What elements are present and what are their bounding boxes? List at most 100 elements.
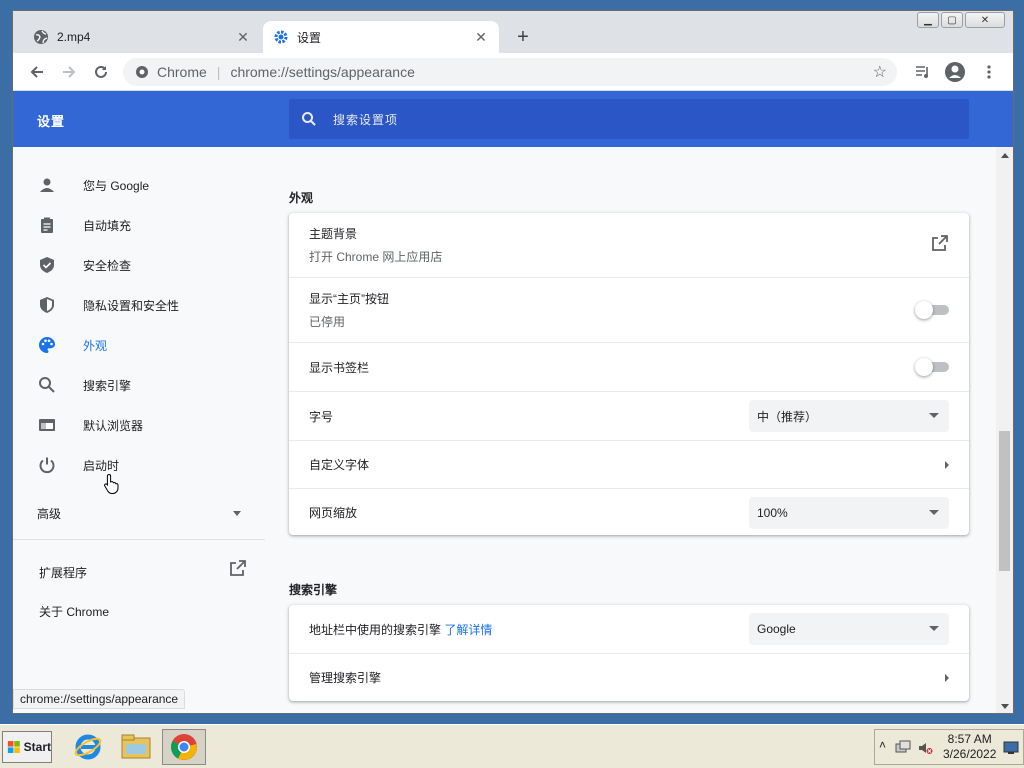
- window-controls: ▁ ▢ ✕: [917, 12, 1005, 28]
- sidebar-divider: [13, 539, 265, 540]
- scroll-thumb[interactable]: [999, 431, 1010, 571]
- open-in-new-icon[interactable]: [229, 559, 249, 579]
- address-bar[interactable]: Chrome | chrome://settings/appearance ☆: [123, 58, 897, 86]
- menu-button[interactable]: [977, 60, 1001, 84]
- open-in-new-icon[interactable]: [931, 234, 949, 255]
- sidebar-item-label: 您与 Google: [83, 178, 150, 193]
- search-settings-input[interactable]: 搜索设置项: [289, 99, 969, 139]
- minimize-button[interactable]: ▁: [917, 12, 939, 28]
- sidebar-item-default-browser[interactable]: 默认浏览器: [13, 405, 267, 445]
- chevron-down-icon: [233, 511, 241, 516]
- show-desktop-icon[interactable]: [1003, 740, 1019, 756]
- page-scrollbar[interactable]: [996, 147, 1013, 713]
- sidebar-item-label: 隐私设置和安全性: [83, 298, 180, 313]
- customize-fonts-row[interactable]: 自定义字体: [289, 440, 969, 488]
- home-button-toggle[interactable]: [915, 301, 949, 319]
- close-tab-icon[interactable]: ✕: [235, 29, 251, 45]
- maximize-button[interactable]: ▢: [941, 12, 963, 28]
- sidebar-item-search-engine[interactable]: 搜索引擎: [13, 365, 267, 405]
- clock-date: 3/26/2022: [943, 747, 997, 761]
- sidebar-item-label: 外观: [83, 338, 108, 353]
- back-arrow-icon: [30, 66, 43, 78]
- taskbar-file-explorer[interactable]: [114, 729, 158, 765]
- appearance-section-title: 外观: [289, 191, 314, 205]
- search-engine-card: 地址栏中使用的搜索引擎 了解详情 Google 管理搜索引擎: [289, 605, 969, 701]
- font-size-value: 中（推荐）: [757, 409, 818, 424]
- media-controls-button[interactable]: [911, 60, 935, 84]
- page-zoom-select[interactable]: 100%: [749, 497, 949, 529]
- clipboard-icon: [37, 215, 57, 235]
- new-tab-button[interactable]: +: [511, 25, 535, 49]
- forward-button[interactable]: [57, 60, 81, 84]
- forward-arrow-icon: [63, 66, 76, 78]
- scroll-up-arrow-icon[interactable]: [1001, 153, 1009, 158]
- close-tab-icon[interactable]: ✕: [473, 29, 489, 45]
- globe-icon: [34, 30, 48, 44]
- sidebar-item-on-startup[interactable]: 启动时: [13, 445, 267, 485]
- start-button[interactable]: Start: [2, 731, 52, 763]
- bookmarks-bar-toggle[interactable]: [915, 358, 949, 376]
- sidebar-advanced-toggle[interactable]: 高级: [13, 493, 267, 533]
- customize-fonts-label: 自定义字体: [309, 458, 370, 472]
- dropdown-caret-icon: [929, 510, 939, 515]
- taskbar-internet-explorer[interactable]: [66, 729, 110, 765]
- folder-icon: [121, 734, 151, 759]
- manage-search-engines-label: 管理搜索引擎: [309, 671, 382, 685]
- show-hidden-icons-icon[interactable]: ˄: [879, 738, 886, 752]
- appearance-card: 主题背景 打开 Chrome 网上应用店 显示“主页”按钮 已停用 显示书签栏: [289, 213, 969, 535]
- browser-window: 2.mp4 ✕ 设置 ✕ + ▁ ▢ ✕ Chrome | chrome://s: [12, 10, 1014, 714]
- manage-search-engines-row[interactable]: 管理搜索引擎: [289, 653, 969, 701]
- font-size-select[interactable]: 中（推荐）: [749, 400, 949, 432]
- profile-button[interactable]: [943, 60, 967, 84]
- bookmark-star-icon[interactable]: ☆: [873, 62, 887, 82]
- theme-row[interactable]: 主题背景 打开 Chrome 网上应用店: [289, 213, 969, 276]
- close-window-button[interactable]: ✕: [965, 12, 1005, 28]
- status-bubble: chrome://settings/appearance: [13, 689, 186, 709]
- home-button-sublabel: 已停用: [309, 315, 346, 329]
- queue-music-icon: [916, 66, 928, 78]
- sidebar-item-you-and-google[interactable]: 您与 Google: [13, 165, 267, 205]
- shield-check-icon: [37, 255, 57, 275]
- reload-button[interactable]: [89, 60, 113, 84]
- sidebar-item-autofill[interactable]: 自动填充: [13, 205, 267, 245]
- bookmarks-bar-row[interactable]: 显示书签栏: [289, 342, 969, 391]
- clock[interactable]: 8:57 AM 3/26/2022: [943, 732, 996, 762]
- learn-more-link[interactable]: 了解详情: [444, 623, 492, 637]
- about-chrome-link[interactable]: 关于 Chrome: [39, 603, 109, 620]
- tab-video[interactable]: 2.mp4 ✕: [23, 21, 261, 53]
- sidebar: 您与 Google 自动填充 安全检查 隐私设置和安全性 外观 搜索引擎 默认浏…: [13, 147, 267, 713]
- scroll-down-arrow-icon[interactable]: [1001, 704, 1009, 709]
- search-engine-row: 地址栏中使用的搜索引擎 了解详情 Google: [289, 605, 969, 653]
- start-label: Start: [23, 740, 51, 754]
- search-engine-select[interactable]: Google: [749, 613, 949, 645]
- tab-settings[interactable]: 设置 ✕: [263, 21, 499, 53]
- sidebar-item-safety-check[interactable]: 安全检查: [13, 245, 267, 285]
- home-button-row[interactable]: 显示“主页”按钮 已停用: [289, 277, 969, 342]
- network-icon[interactable]: [895, 740, 911, 756]
- back-button[interactable]: [25, 60, 49, 84]
- system-tray: ˄ 8:57 AM 3/26/2022: [874, 729, 1024, 765]
- search-engine-section-title: 搜索引擎: [289, 583, 338, 597]
- person-icon: [37, 175, 57, 195]
- power-icon: [37, 455, 57, 475]
- gear-icon: [274, 30, 288, 44]
- sidebar-item-label: 搜索引擎: [83, 378, 132, 393]
- sidebar-item-label: 默认浏览器: [83, 418, 144, 433]
- sidebar-item-label: 启动时: [83, 458, 120, 473]
- chrome-logo-icon: [136, 66, 148, 78]
- settings-header: 设置 搜索设置项: [13, 91, 1013, 147]
- browser-toolbar: Chrome | chrome://settings/appearance ☆: [13, 53, 1013, 91]
- home-button-label: 显示“主页”按钮: [309, 292, 389, 306]
- search-icon: [302, 112, 316, 126]
- sidebar-item-privacy[interactable]: 隐私设置和安全性: [13, 285, 267, 325]
- taskbar-chrome[interactable]: [162, 729, 206, 765]
- more-vert-icon: [987, 65, 991, 79]
- clock-time: 8:57 AM: [947, 732, 992, 746]
- chrome-logo-icon: [171, 734, 197, 760]
- internet-explorer-icon: [74, 734, 102, 760]
- sidebar-item-appearance[interactable]: 外观: [13, 325, 267, 365]
- theme-sublabel: 打开 Chrome 网上应用店: [309, 249, 443, 264]
- hand-cursor-icon: [104, 473, 119, 494]
- volume-muted-icon[interactable]: [917, 740, 933, 756]
- extensions-link[interactable]: 扩展程序: [39, 564, 87, 581]
